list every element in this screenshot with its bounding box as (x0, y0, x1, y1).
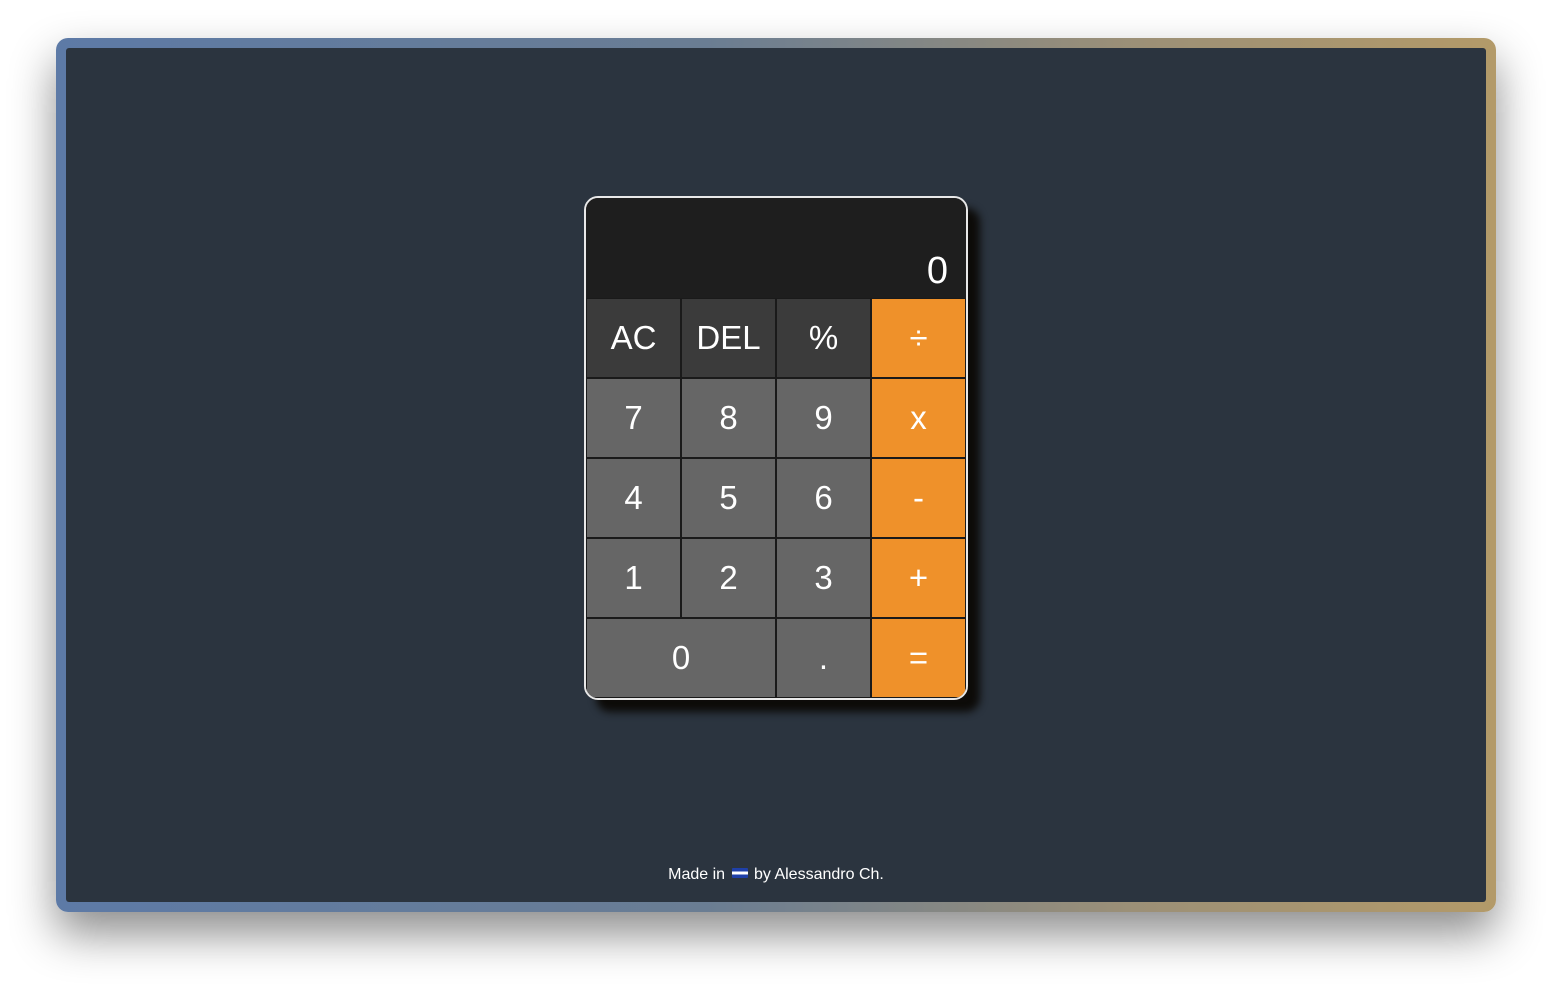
footer-author: by Alessandro Ch. (753, 866, 884, 883)
equals-button[interactable]: = (871, 618, 966, 698)
subtract-button[interactable]: - (871, 458, 966, 538)
el-salvador-flag-icon (731, 868, 748, 878)
display-value: 0 (926, 250, 948, 292)
percent-button[interactable]: % (776, 298, 871, 378)
add-button[interactable]: + (871, 538, 966, 618)
app-viewport: 0 AC DEL % ÷ 7 8 9 x 4 5 6 - 1 2 3 + 0 .… (66, 48, 1486, 902)
decimal-button[interactable]: . (776, 618, 871, 698)
calculator-display: 0 (586, 198, 966, 298)
digit-4-button[interactable]: 4 (586, 458, 681, 538)
divide-button[interactable]: ÷ (871, 298, 966, 378)
digit-7-button[interactable]: 7 (586, 378, 681, 458)
multiply-button[interactable]: x (871, 378, 966, 458)
digit-1-button[interactable]: 1 (586, 538, 681, 618)
digit-3-button[interactable]: 3 (776, 538, 871, 618)
delete-button[interactable]: DEL (681, 298, 776, 378)
digit-6-button[interactable]: 6 (776, 458, 871, 538)
digit-9-button[interactable]: 9 (776, 378, 871, 458)
footer-credit: Made in by Alessandro Ch. (66, 866, 1486, 884)
digit-8-button[interactable]: 8 (681, 378, 776, 458)
digit-0-button[interactable]: 0 (586, 618, 776, 698)
calculator: 0 AC DEL % ÷ 7 8 9 x 4 5 6 - 1 2 3 + 0 .… (584, 196, 968, 700)
digit-5-button[interactable]: 5 (681, 458, 776, 538)
all-clear-button[interactable]: AC (586, 298, 681, 378)
footer-prefix: Made in (668, 866, 726, 883)
window-frame: 0 AC DEL % ÷ 7 8 9 x 4 5 6 - 1 2 3 + 0 .… (56, 38, 1496, 912)
keypad: AC DEL % ÷ 7 8 9 x 4 5 6 - 1 2 3 + 0 . = (586, 298, 966, 698)
digit-2-button[interactable]: 2 (681, 538, 776, 618)
